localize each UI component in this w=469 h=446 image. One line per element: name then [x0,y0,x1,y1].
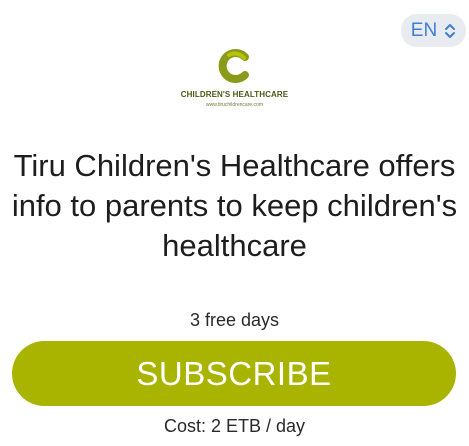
headline: Tiru Children's Healthcare offers info t… [11,148,458,263]
subscribe-button[interactable]: SUBSCRIBE [12,341,456,406]
free-trial-text: 3 free days [189,310,280,330]
chevron-up-down-icon [445,23,456,38]
language-value: EN [410,19,438,41]
cost-text: Cost: 2 ETB / day [163,416,306,436]
brand-url: www.tiruchildrencare.com [206,102,263,108]
logo-c-icon [218,49,249,83]
brand-name: CHILDREN'S HEALTHCARE [180,90,289,99]
brand-logo: CHILDREN'S HEALTHCARE www.tiruchildrenca… [0,48,469,108]
language-select[interactable]: EN [401,14,466,47]
